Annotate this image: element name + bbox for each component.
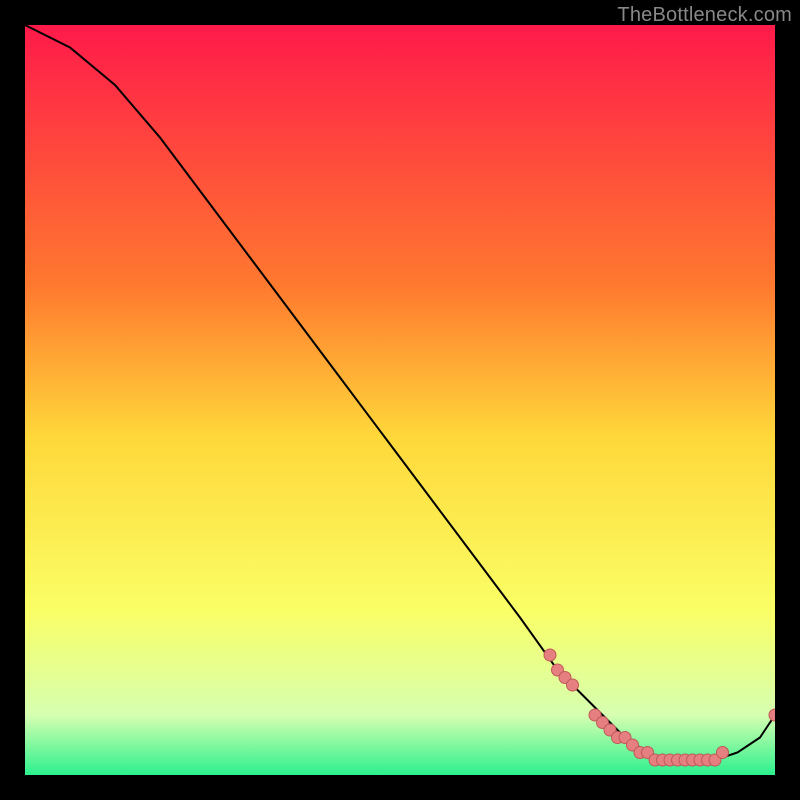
watermark-label: TheBottleneck.com <box>617 4 792 27</box>
gradient-background <box>25 25 775 775</box>
highlight-point <box>544 649 556 661</box>
plot-svg <box>25 25 775 775</box>
chart-frame: TheBottleneck.com <box>0 0 800 800</box>
highlight-point <box>567 679 579 691</box>
highlight-point <box>717 747 729 759</box>
bottleneck-plot <box>25 25 775 775</box>
